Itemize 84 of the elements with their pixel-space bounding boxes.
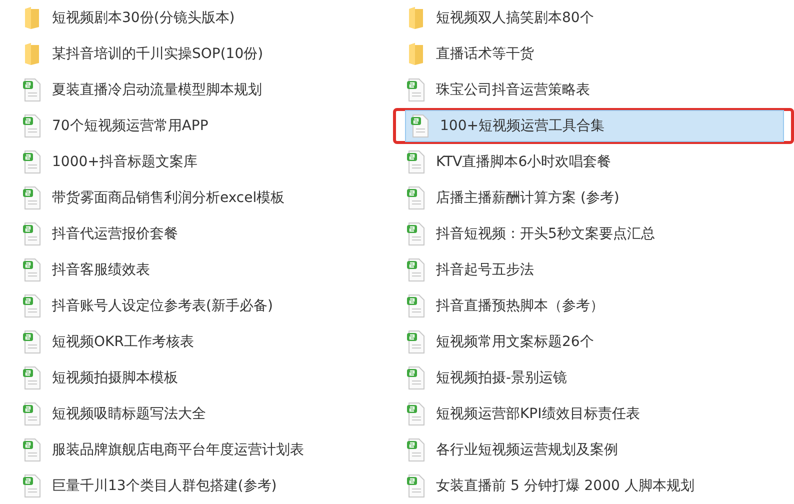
file-name: 70个短视频运营常用APP xyxy=(52,117,208,135)
file-item[interactable]: 抖音客服绩效表 xyxy=(18,254,393,286)
spreadsheet-icon xyxy=(406,222,426,246)
file-item[interactable]: 短视频剧本30份(分镜头版本) xyxy=(18,2,393,34)
file-name: 短视频双人搞笑剧本80个 xyxy=(436,9,594,27)
file-item[interactable]: 抖音短视频：开头5秒文案要点汇总 xyxy=(402,218,787,250)
file-item[interactable]: 100+短视频运营工具合集 xyxy=(405,110,784,142)
file-item[interactable]: 短视频常用文案标题26个 xyxy=(402,326,787,358)
file-item[interactable]: 抖音代运营报价套餐 xyxy=(18,218,393,250)
file-name: KTV直播脚本6小时欢唱套餐 xyxy=(436,153,612,171)
file-name: 短视频OKR工作考核表 xyxy=(52,333,194,351)
file-name: 女装直播前 5 分钟打爆 2000 人脚本规划 xyxy=(436,477,694,495)
spreadsheet-icon xyxy=(406,186,426,210)
file-name: 短视频剧本30份(分镜头版本) xyxy=(52,9,235,27)
file-name: 带货雾面商品销售利润分析excel模板 xyxy=(52,189,285,207)
spreadsheet-icon xyxy=(22,438,42,462)
spreadsheet-icon xyxy=(410,114,430,138)
file-name: 某抖音培训的千川实操SOP(10份) xyxy=(52,45,264,63)
file-item[interactable]: 短视频运营部KPI绩效目标责任表 xyxy=(402,398,787,430)
file-item[interactable]: 抖音账号人设定位参考表(新手必备) xyxy=(18,290,393,322)
spreadsheet-icon xyxy=(22,330,42,354)
file-name: 抖音账号人设定位参考表(新手必备) xyxy=(52,297,273,315)
file-item[interactable]: 夏装直播冷启动流量模型脚本规划 xyxy=(18,74,393,106)
file-item[interactable]: 短视频拍摄-景别运镜 xyxy=(402,362,787,394)
file-item[interactable]: 某抖音培训的千川实操SOP(10份) xyxy=(18,38,393,70)
spreadsheet-icon xyxy=(22,474,42,498)
folder-icon xyxy=(22,6,42,30)
folder-icon xyxy=(406,42,426,66)
file-item[interactable]: 直播话术等干货 xyxy=(402,38,787,70)
file-name: 100+短视频运营工具合集 xyxy=(440,117,604,135)
file-item[interactable]: KTV直播脚本6小时欢唱套餐 xyxy=(402,146,787,178)
spreadsheet-icon xyxy=(406,438,426,462)
file-item[interactable]: 服装品牌旗舰店电商平台年度运营计划表 xyxy=(18,434,393,466)
file-name: 短视频吸睛标题写法大全 xyxy=(52,405,206,423)
spreadsheet-icon xyxy=(22,366,42,390)
spreadsheet-icon xyxy=(22,186,42,210)
file-name: 短视频拍摄脚本模板 xyxy=(52,369,178,387)
file-item[interactable]: 抖音起号五步法 xyxy=(402,254,787,286)
file-item[interactable]: 短视频拍摄脚本模板 xyxy=(18,362,393,394)
file-item[interactable]: 巨量千川13个类目人群包搭建(参考) xyxy=(18,470,393,502)
file-name: 巨量千川13个类目人群包搭建(参考) xyxy=(52,477,277,495)
spreadsheet-icon xyxy=(22,114,42,138)
folder-icon xyxy=(22,42,42,66)
file-name: 各行业短视频运营规划及案例 xyxy=(436,441,618,459)
spreadsheet-icon xyxy=(22,294,42,318)
spreadsheet-icon xyxy=(406,402,426,426)
file-item[interactable]: 抖音直播预热脚本（参考） xyxy=(402,290,787,322)
spreadsheet-icon xyxy=(406,258,426,282)
file-item[interactable]: 带货雾面商品销售利润分析excel模板 xyxy=(18,182,393,214)
spreadsheet-icon xyxy=(406,474,426,498)
file-name: 直播话术等干货 xyxy=(436,45,534,63)
file-item[interactable]: 1000+抖音标题文案库 xyxy=(18,146,393,178)
spreadsheet-icon xyxy=(22,78,42,102)
spreadsheet-icon xyxy=(406,150,426,174)
file-name: 1000+抖音标题文案库 xyxy=(52,153,198,171)
spreadsheet-icon xyxy=(22,150,42,174)
spreadsheet-icon xyxy=(406,78,426,102)
file-item[interactable]: 各行业短视频运营规划及案例 xyxy=(402,434,787,466)
spreadsheet-icon xyxy=(22,402,42,426)
file-name: 夏装直播冷启动流量模型脚本规划 xyxy=(52,81,262,99)
file-name: 短视频常用文案标题26个 xyxy=(436,333,594,351)
file-item[interactable]: 短视频双人搞笑剧本80个 xyxy=(402,2,787,34)
folder-icon xyxy=(406,6,426,30)
file-name: 抖音直播预热脚本（参考） xyxy=(436,297,604,315)
file-item[interactable]: 店播主播薪酬计算方案 (参考) xyxy=(402,182,787,214)
file-name: 抖音起号五步法 xyxy=(436,261,534,279)
spreadsheet-icon xyxy=(22,258,42,282)
file-item[interactable]: 珠宝公司抖音运营策略表 xyxy=(402,74,787,106)
file-name: 短视频拍摄-景别运镜 xyxy=(436,369,568,387)
file-name: 抖音短视频：开头5秒文案要点汇总 xyxy=(436,225,655,243)
file-name: 服装品牌旗舰店电商平台年度运营计划表 xyxy=(52,441,304,459)
file-name: 珠宝公司抖音运营策略表 xyxy=(436,81,590,99)
file-name: 抖音客服绩效表 xyxy=(52,261,150,279)
file-name: 抖音代运营报价套餐 xyxy=(52,225,178,243)
file-name: 店播主播薪酬计算方案 (参考) xyxy=(436,189,620,207)
spreadsheet-icon xyxy=(406,366,426,390)
spreadsheet-icon xyxy=(406,294,426,318)
file-item[interactable]: 女装直播前 5 分钟打爆 2000 人脚本规划 xyxy=(402,470,787,502)
file-item[interactable]: 短视频OKR工作考核表 xyxy=(18,326,393,358)
file-name: 短视频运营部KPI绩效目标责任表 xyxy=(436,405,640,423)
spreadsheet-icon xyxy=(22,222,42,246)
spreadsheet-icon xyxy=(406,330,426,354)
file-item[interactable]: 短视频吸睛标题写法大全 xyxy=(18,398,393,430)
file-item[interactable]: 70个短视频运营常用APP xyxy=(18,110,393,142)
